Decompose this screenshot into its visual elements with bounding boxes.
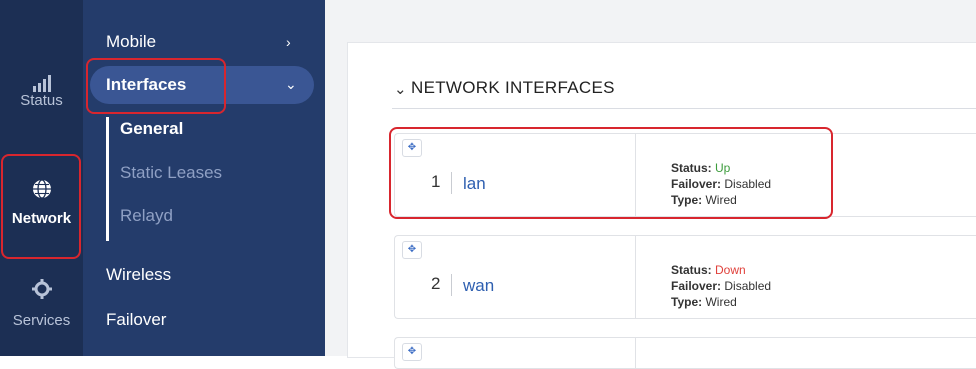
highlight-network [1,154,81,259]
interface-row-wan[interactable]: ✥ 2 wan Status: Down Failover: Disabled … [394,235,976,319]
rail-item-status[interactable]: Status [0,74,83,109]
separator [451,274,452,296]
submenu-item-general[interactable]: General [120,119,183,139]
drag-handle-icon[interactable]: ✥ [402,241,422,259]
submenu-item-relayd[interactable]: Relayd [120,206,173,226]
highlight-interfaces [86,58,226,114]
failover-value: Disabled [724,279,772,293]
interface-row-partial[interactable]: ✥ [394,337,976,369]
column-divider [635,236,636,318]
section-divider [392,108,976,109]
section-title: NETWORK INTERFACES [411,78,615,97]
chevron-down-icon: ⌄ [285,76,297,92]
interface-index: 2 [431,274,441,293]
chevron-right-icon: › [286,34,291,50]
highlight-lan-row [389,127,833,219]
drag-handle-icon[interactable]: ✥ [402,343,422,361]
rail-label-services: Services [12,312,71,329]
submenu-item-failover[interactable]: Failover [106,310,166,330]
active-indicator [106,117,109,241]
status-key: Status: [671,263,712,277]
type-key: Type: [671,295,703,309]
failover-key: Failover: [671,279,722,293]
submenu-item-mobile[interactable]: Mobile [106,32,156,52]
type-value: Wired [705,295,737,309]
column-divider [635,338,636,368]
gear-icon [31,279,52,299]
screen: Status Network Services Mobile › Interfa… [0,0,976,369]
status-value: Down [715,263,746,277]
submenu-item-wireless[interactable]: Wireless [106,265,171,285]
rail-label-status: Status [20,92,63,109]
interface-info: Status: Down Failover: Disabled Type: Wi… [671,262,771,310]
submenu-item-static-leases[interactable]: Static Leases [120,163,222,183]
rail-item-services[interactable]: Services [0,278,83,329]
collapse-chevron-icon[interactable]: ⌄ [394,80,407,98]
signal-icon [32,75,51,92]
interface-name[interactable]: wan [463,276,494,296]
